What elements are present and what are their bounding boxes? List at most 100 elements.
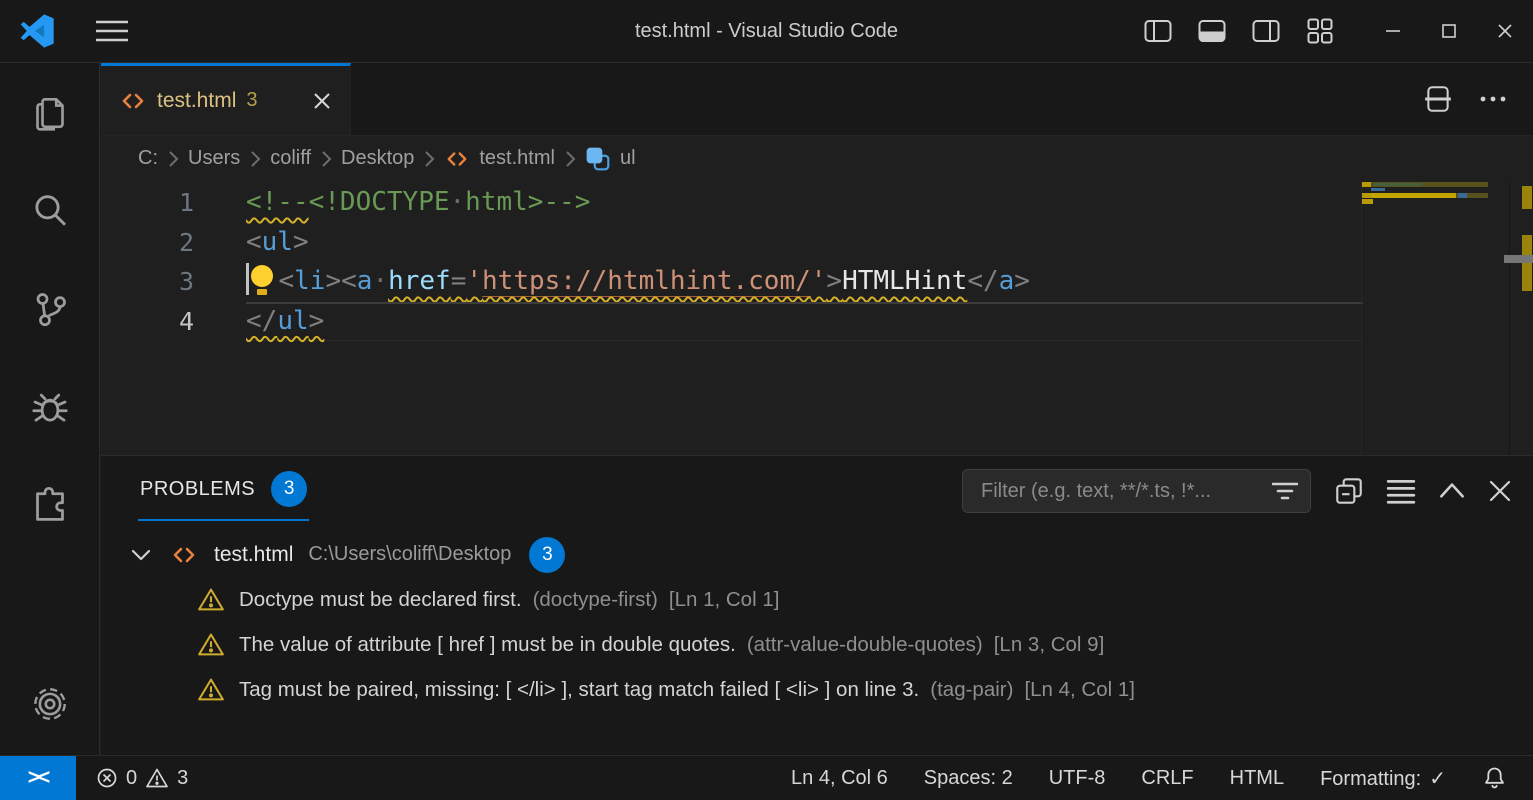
explorer-icon[interactable] — [26, 89, 74, 137]
extensions-icon[interactable] — [26, 481, 74, 529]
chevron-right-icon — [320, 150, 332, 168]
search-icon[interactable] — [26, 187, 74, 235]
minimap-line-3 — [1362, 193, 1488, 198]
problems-filter[interactable] — [962, 469, 1311, 513]
breadcrumb-users[interactable]: Users — [188, 147, 240, 170]
tab-test-html[interactable]: test.html 3 — [101, 63, 351, 135]
problem-row[interactable]: The value of attribute [ href ] must be … — [101, 622, 1533, 667]
file-problems-count-badge: 3 — [529, 537, 565, 573]
bug-icon[interactable] — [26, 383, 74, 431]
gear-icon[interactable] — [26, 680, 74, 728]
editor-group: test.html 3 C: — [101, 63, 1533, 755]
layout-sidebar-left-icon[interactable] — [1135, 8, 1181, 54]
code-token: a — [357, 266, 373, 296]
code-token: < — [279, 266, 295, 296]
code-token: > — [826, 266, 842, 296]
symbol-element-icon — [585, 146, 611, 172]
breadcrumb-desktop[interactable]: Desktop — [341, 147, 414, 170]
problem-message: Tag must be paired, missing: [ </li> ], … — [239, 678, 919, 702]
ruler-cursor-mark — [1504, 255, 1533, 263]
close-window-icon[interactable] — [1477, 0, 1533, 62]
more-actions-icon[interactable] — [1479, 94, 1507, 104]
problem-row[interactable]: Doctype must be declared first.(doctype-… — [101, 577, 1533, 622]
breadcrumb-drive[interactable]: C: — [138, 147, 158, 170]
code-token: · — [372, 266, 388, 296]
overview-ruler[interactable] — [1516, 181, 1533, 455]
check-icon: ✓ — [1429, 768, 1446, 790]
tab-problems[interactable]: PROBLEMS 3 — [138, 461, 309, 521]
remote-indicator[interactable]: >< — [0, 756, 76, 800]
layout-sidebar-right-icon[interactable] — [1243, 8, 1289, 54]
ruler-warning-mark — [1522, 235, 1532, 291]
problem-position: [Ln 3, Col 9] — [994, 633, 1105, 657]
problems-list: test.html C:\Users\coliff\Desktop 3 Doct… — [101, 526, 1533, 755]
code-token: html>--> — [465, 187, 590, 217]
line-number: 3 — [101, 262, 194, 302]
source-control-icon[interactable] — [26, 285, 74, 333]
ruler-warning-mark — [1522, 186, 1532, 209]
status-problems[interactable]: 0 3 — [96, 767, 188, 790]
breadcrumb-coliff[interactable]: coliff — [270, 147, 311, 170]
tab-close-icon[interactable] — [312, 91, 332, 111]
formatting-status[interactable]: Formatting:✓ — [1320, 766, 1446, 791]
code-token: ' — [811, 266, 827, 296]
encoding[interactable]: UTF-8 — [1049, 767, 1106, 790]
breadcrumb-file[interactable]: test.html — [479, 147, 555, 170]
code-token: > — [293, 227, 309, 257]
maximize-panel-icon[interactable] — [1437, 479, 1467, 503]
split-editor-icon[interactable] — [1423, 84, 1453, 114]
eol-sequence[interactable]: CRLF — [1141, 767, 1193, 790]
vscode-logo-icon — [20, 14, 54, 48]
html-file-icon — [119, 89, 147, 113]
filter-input[interactable] — [979, 479, 1272, 504]
minimap-line-2 — [1362, 188, 1488, 192]
code-lines: 1<!--<!DOCTYPE·html>-->2<ul>3<li><a·href… — [101, 183, 1363, 341]
problem-message: Doctype must be declared first. — [239, 588, 522, 612]
close-panel-icon[interactable] — [1487, 478, 1513, 504]
problem-position: [Ln 4, Col 1] — [1024, 678, 1135, 702]
code-token: li — [294, 266, 325, 296]
code-line[interactable]: 4</ul> — [101, 302, 1363, 342]
problems-file-group[interactable]: test.html C:\Users\coliff\Desktop 3 — [101, 532, 1533, 577]
chevron-down-icon[interactable] — [130, 547, 152, 563]
chevron-right-icon — [249, 150, 261, 168]
indentation[interactable]: Spaces: 2 — [924, 767, 1013, 790]
minimize-icon[interactable] — [1365, 0, 1421, 62]
panel-header: PROBLEMS 3 — [101, 456, 1533, 526]
problem-items: Doctype must be declared first.(doctype-… — [101, 577, 1533, 712]
cursor-position[interactable]: Ln 4, Col 6 — [791, 767, 888, 790]
warning-triangle-icon — [197, 587, 225, 612]
lightbulb-icon[interactable] — [250, 264, 274, 296]
remote-icon: >< — [28, 766, 49, 790]
filter-icon[interactable] — [1272, 480, 1298, 502]
maximize-icon[interactable] — [1421, 0, 1477, 62]
title-bar: test.html - Visual Studio Code — [0, 0, 1533, 63]
bell-icon[interactable] — [1482, 765, 1507, 791]
html-file-icon — [444, 148, 470, 170]
line-content: <li><a·href='https://htmlhint.com/'>HTML… — [246, 262, 1363, 302]
problem-row[interactable]: Tag must be paired, missing: [ </li> ], … — [101, 667, 1533, 712]
problems-tab-label: PROBLEMS — [140, 478, 255, 501]
line-content: <ul> — [246, 223, 1363, 263]
menu-icon[interactable] — [94, 18, 130, 44]
warning-icon — [145, 767, 169, 789]
collapse-all-icon[interactable] — [1333, 475, 1365, 507]
breadcrumb-symbol[interactable]: ul — [620, 147, 636, 170]
activity-bar — [0, 63, 100, 755]
code-line[interactable]: 3<li><a·href='https://htmlhint.com/'>HTM… — [101, 262, 1363, 302]
code-line[interactable]: 2<ul> — [101, 223, 1363, 263]
problems-file-name: test.html — [214, 543, 293, 567]
layout-panel-icon[interactable] — [1189, 8, 1235, 54]
code-token: </ — [246, 306, 277, 336]
code-line[interactable]: 1<!--<!DOCTYPE·html>--> — [101, 183, 1363, 223]
tab-bar: test.html 3 — [101, 63, 1533, 136]
line-content: </ul> — [246, 302, 1363, 342]
code-token: <!-- — [246, 187, 309, 217]
chevron-right-icon — [167, 150, 179, 168]
minimap[interactable] — [1361, 181, 1510, 455]
language-mode[interactable]: HTML — [1230, 767, 1284, 790]
customize-layout-icon[interactable] — [1297, 8, 1343, 54]
warning-triangle-icon — [197, 632, 225, 657]
view-as-table-icon[interactable] — [1385, 477, 1417, 505]
code-editor[interactable]: 1<!--<!DOCTYPE·html>-->2<ul>3<li><a·href… — [101, 181, 1533, 455]
